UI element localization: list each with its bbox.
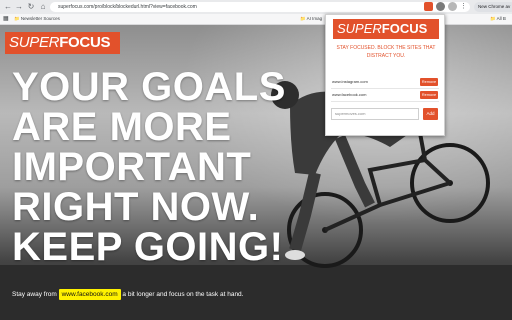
motivational-headline: YOUR GOALS ARE MORE IMPORTANT RIGHT NOW.… [12, 67, 312, 267]
popup-logo: SUPERFOCUS [333, 19, 439, 39]
bookmark-item[interactable]: 📁 All B [490, 14, 506, 24]
reload-icon[interactable]: ↻ [26, 2, 36, 12]
headline-line: RIGHT NOW. [12, 185, 260, 229]
menu-icon[interactable]: ⋮ [460, 2, 469, 11]
add-site-input[interactable]: supermoves.com [331, 108, 419, 120]
profile-avatar-icon[interactable] [448, 2, 457, 11]
add-button[interactable]: Add [423, 108, 438, 120]
superfocus-popup: SUPERFOCUS STAY FOCUSED. BLOCK THE SITES… [325, 14, 445, 136]
remove-button[interactable]: Remove [420, 78, 438, 86]
headline-line: ARE MORE [12, 105, 232, 149]
superfocus-extension-icon[interactable] [424, 2, 433, 11]
headline-line: YOUR GOALS [12, 65, 286, 109]
headline-line: KEEP GOING! [12, 225, 284, 269]
forward-icon[interactable]: → [14, 2, 24, 12]
home-icon[interactable]: ⌂ [38, 2, 48, 12]
browser-toolbar: ← → ↻ ⌂ superfocus.com/pro/block/blocked… [0, 0, 512, 15]
superfocus-logo: SUPERFOCUS [5, 32, 120, 54]
popup-tagline: STAY FOCUSED. BLOCK THE SITES THAT DISTR… [336, 45, 436, 59]
back-icon[interactable]: ← [3, 2, 13, 12]
blocked-site-row: www.instagram.com Remove [331, 77, 439, 89]
bookmark-item[interactable]: 📁 Newsletter Sources [14, 14, 60, 24]
blocked-site-name: www.instagram.com [332, 79, 368, 84]
apps-icon[interactable]: ▦ [3, 14, 9, 24]
remove-button[interactable]: Remove [420, 91, 438, 99]
blocked-site-row: www.facebook.com Remove [331, 90, 439, 102]
address-bar[interactable]: superfocus.com/pro/block/blockedurl.html… [50, 2, 470, 12]
bookmark-item[interactable]: 📁 AI Imag [300, 14, 322, 24]
blocked-message: Stay away from www.facebook.com a bit lo… [12, 289, 244, 300]
headline-line: IMPORTANT [12, 145, 252, 189]
puzzle-icon[interactable] [436, 2, 445, 11]
new-chrome-available-button[interactable]: New Chrome av [474, 2, 512, 12]
blocked-site-highlight: www.facebook.com [58, 289, 121, 300]
blocked-site-name: www.facebook.com [332, 92, 367, 97]
